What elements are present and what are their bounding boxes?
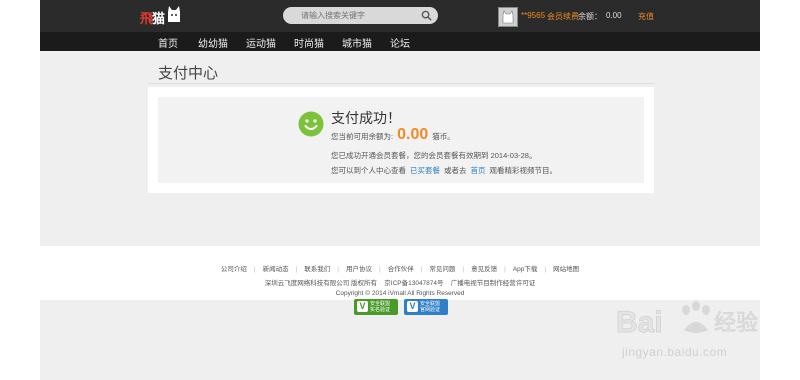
badge-text: 安全联盟 官网验证	[420, 301, 441, 313]
username[interactable]: **9565	[521, 11, 545, 20]
security-badge-realname[interactable]: V 安全联盟 实名验证	[354, 299, 398, 315]
footer-link-faq[interactable]: 常见问题	[429, 266, 455, 273]
svg-text:经验: 经验	[714, 311, 758, 336]
payment-result-card: 支付成功！ 您当前可用余额为: 0.00 猫币。 您已成功开通会员套餐，您的会员套餐…	[148, 87, 654, 193]
footer-link-agreement[interactable]: 用户协议	[346, 266, 372, 273]
nav-item-sports[interactable]: 运动猫	[246, 35, 276, 50]
footer-link-feedback[interactable]: 意见反馈	[471, 266, 497, 273]
home-link[interactable]: 首页	[471, 166, 486, 175]
balance-row: 您当前可用余额为: 0.00 猫币。	[331, 126, 455, 144]
expiry-text: 您已成功开通会员套餐，您的会员套餐有效期到	[331, 151, 489, 160]
logo-text: 飛猫	[140, 8, 165, 27]
footer-link-app[interactable]: App下载	[513, 266, 538, 273]
baidu-jingyan-watermark: Bai 经验	[616, 301, 758, 339]
site-logo[interactable]: 飛猫	[140, 4, 182, 28]
member-renew-link[interactable]: 会员续费	[547, 11, 579, 22]
title-divider	[148, 83, 654, 84]
smile-success-icon	[298, 111, 324, 137]
footer-link-sitemap[interactable]: 网站地图	[553, 266, 579, 273]
search-icon[interactable]	[421, 10, 432, 21]
top-bar: 飛猫 **9565 会员续费 余额： 0.00 充值	[40, 0, 760, 32]
company-name: 深圳云飞度网络科技有限公司 版权所有	[264, 280, 378, 287]
main-nav: 首页 幼幼猫 运动猫 时尚猫 城市猫 论坛	[40, 32, 760, 51]
nav-item-city[interactable]: 城市猫	[342, 35, 372, 50]
view-mid: 或者去	[444, 166, 467, 175]
nav-item-kids[interactable]: 幼幼猫	[198, 35, 228, 50]
view-row: 您可以到个人中心查看 已买套餐 或者去 首页 观看精彩视频节目。	[331, 165, 557, 176]
avatar[interactable]	[498, 7, 518, 27]
nav-item-home[interactable]: 首页	[158, 35, 178, 50]
result-panel: 支付成功！ 您当前可用余额为: 0.00 猫币。 您已成功开通会员套餐，您的会员套餐…	[158, 97, 644, 183]
cat-logo-icon	[168, 6, 180, 22]
svg-text:Bai: Bai	[616, 306, 663, 339]
footer-company-line: 深圳云飞度网络科技有限公司 版权所有 京ICP备13047874号 广播电视节目…	[40, 277, 760, 287]
verified-v-icon: V	[407, 301, 418, 312]
footer-link-contact[interactable]: 联系我们	[304, 266, 330, 273]
search-box	[283, 7, 438, 24]
view-prefix: 您可以到个人中心查看	[331, 166, 406, 175]
footer-links: 公司介绍 | 新闻动态 | 联系我们 | 用户协议 | 合作伙伴 | 常见问题 | 意见反馈 | App下载…	[220, 266, 580, 273]
expiry-date: 2014-03-28。	[490, 151, 537, 160]
nav-item-fashion[interactable]: 时尚猫	[294, 35, 324, 50]
nav-item-forum[interactable]: 论坛	[390, 35, 410, 50]
balance-amount: 0.00	[397, 126, 429, 143]
balance-label: 余额：	[578, 12, 602, 21]
search-input[interactable]	[301, 9, 411, 22]
badge-text: 安全联盟 实名验证	[370, 301, 391, 313]
watermark-url: jingyan.baidu.com	[622, 345, 728, 359]
security-badge-official[interactable]: V 安全联盟 官网验证	[404, 299, 448, 315]
balance-value: 0.00	[606, 11, 622, 20]
cat-avatar-icon	[502, 10, 514, 24]
purchased-package-link[interactable]: 已买套餐	[410, 166, 440, 175]
balance-prefix: 您当前可用余额为:	[331, 132, 394, 141]
recharge-link[interactable]: 充值	[638, 11, 654, 22]
icp-number: 京ICP备13047874号	[384, 280, 444, 287]
footer-link-news[interactable]: 新闻动态	[263, 266, 289, 273]
balance-unit: 猫币。	[432, 132, 455, 141]
broadcast-license: 广播电视节目制作经营许可证	[450, 280, 536, 287]
expiry-row: 您已成功开通会员套餐，您的会员套餐有效期到 2014-03-28。	[331, 150, 536, 161]
footer-link-partners[interactable]: 合作伙伴	[388, 266, 414, 273]
footer-link-about[interactable]: 公司介绍	[221, 266, 247, 273]
success-title: 支付成功！	[331, 110, 401, 126]
verified-v-icon: V	[357, 301, 368, 312]
logo-char-1: 飛	[140, 11, 153, 26]
view-suffix: 观看精彩视频节目。	[489, 166, 558, 175]
page-title: 支付中心	[158, 65, 219, 82]
logo-char-2: 猫	[152, 11, 165, 26]
